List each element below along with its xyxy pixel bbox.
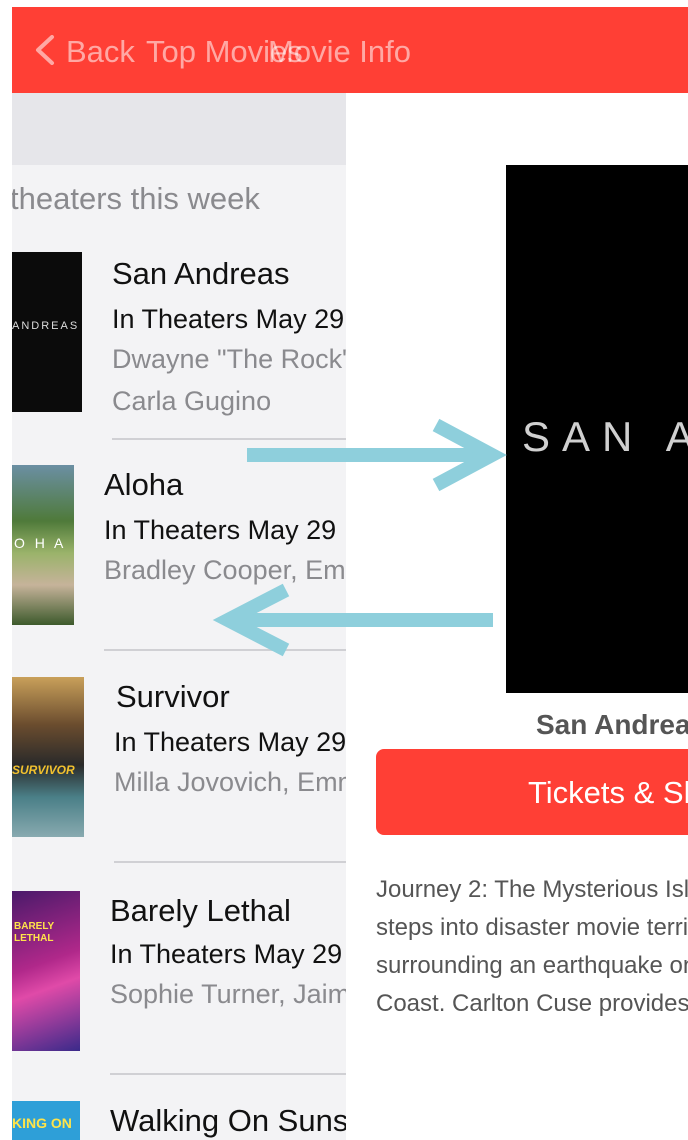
transition-arrows <box>212 418 507 657</box>
arrow-right-icon <box>247 418 507 492</box>
arrow-left-icon <box>212 583 493 657</box>
